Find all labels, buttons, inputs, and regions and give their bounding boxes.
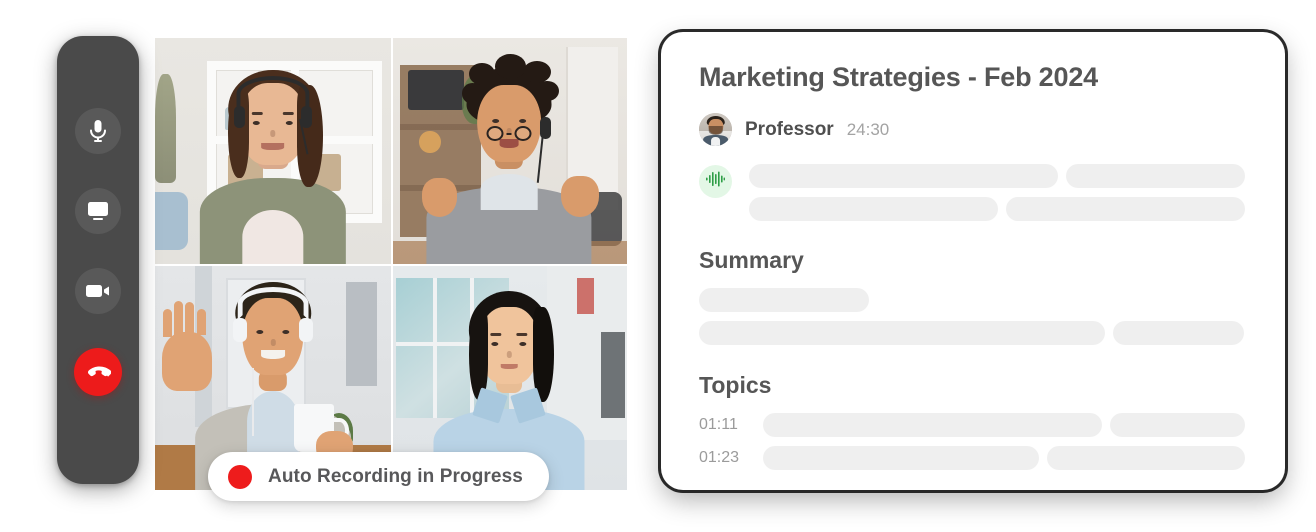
speaker-name: Professor [745, 118, 834, 140]
skeleton-row [699, 288, 1247, 312]
avatar [699, 113, 732, 146]
camera-button[interactable] [75, 268, 121, 314]
skeleton-bar [749, 164, 1058, 188]
video-camera-icon [85, 282, 111, 300]
summary-skeleton [699, 288, 1247, 345]
topic-timestamp: 01:23 [699, 449, 740, 466]
meeting-notes-card: Marketing Strategies - Feb 2024 Professo… [661, 32, 1285, 490]
skeleton-row [749, 197, 1247, 221]
participant-figure [391, 38, 627, 264]
summary-heading: Summary [699, 247, 804, 273]
recording-status-label: Auto Recording in Progress [268, 465, 523, 487]
topic-skeleton [763, 413, 1247, 437]
skeleton-bar [1006, 197, 1246, 221]
topic-row[interactable]: 01:11 [699, 413, 1247, 437]
phone-hangup-icon [85, 359, 111, 385]
call-control-toolbar [57, 36, 139, 484]
participant-video-grid [155, 38, 627, 490]
skeleton-bar [749, 197, 998, 221]
participant-figure [155, 38, 391, 264]
speaker-timestamp: 24:30 [846, 119, 890, 139]
skeleton-bar [763, 413, 1102, 437]
skeleton-bar [1112, 321, 1245, 345]
skeleton-bar [1046, 446, 1246, 470]
skeleton-row [749, 164, 1247, 188]
end-call-button[interactable] [74, 348, 122, 396]
participant-tile-top-right[interactable] [391, 38, 627, 264]
topic-row[interactable]: 01:23 [699, 446, 1247, 470]
transcript-skeleton [749, 164, 1247, 221]
microphone-icon [87, 119, 109, 143]
share-screen-button[interactable] [75, 188, 121, 234]
monitor-icon [86, 200, 110, 222]
skeleton-row [699, 321, 1247, 345]
skeleton-bar [1109, 413, 1246, 437]
skeleton-bar [763, 446, 1039, 470]
skeleton-bar [699, 321, 1105, 345]
skeleton-bar [699, 288, 869, 312]
recording-status-badge: Auto Recording in Progress [208, 452, 549, 501]
topic-timestamp: 01:11 [699, 416, 738, 433]
audio-waveform-badge[interactable] [699, 165, 732, 198]
speaker-row: Professor 24:30 [699, 113, 1247, 146]
skeleton-bar [1065, 164, 1246, 188]
page-title: Marketing Strategies - Feb 2024 [699, 62, 1098, 92]
audio-waveform-icon [706, 171, 725, 192]
participant-tile-top-left[interactable] [155, 38, 391, 264]
topics-list: 01:11 01:23 [699, 413, 1247, 470]
transcript-block [699, 164, 1247, 221]
video-call-composition: Auto Recording in Progress [0, 0, 640, 532]
recording-indicator-dot [228, 464, 252, 489]
topic-skeleton [763, 446, 1247, 470]
topics-heading: Topics [699, 372, 772, 398]
microphone-button[interactable] [75, 108, 121, 154]
